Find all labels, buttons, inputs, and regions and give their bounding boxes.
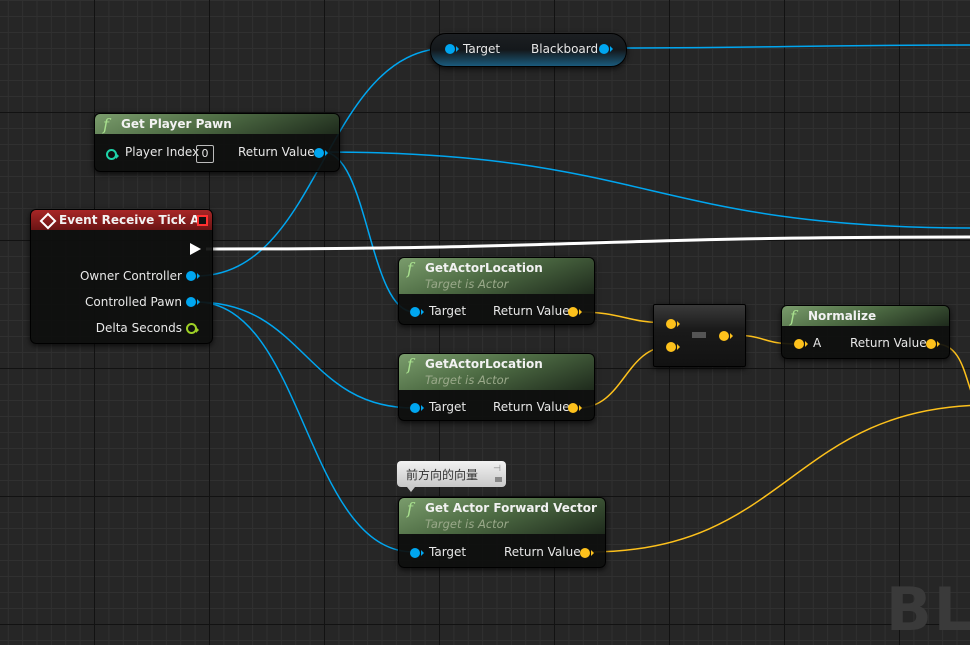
target-pin[interactable] <box>410 403 424 413</box>
node-title: Event Receive Tick AI <box>59 213 204 227</box>
target-pin[interactable] <box>410 307 424 317</box>
node-title: GetActorLocation <box>425 261 543 275</box>
node-header: f Get Actor Forward Vector Target is Actor <box>399 498 605 534</box>
node-subtitle: Target is Actor <box>425 517 509 531</box>
blackboard-label: Blackboard <box>531 42 599 56</box>
target-label: Target <box>429 545 467 559</box>
node-title: GetActorLocation <box>425 357 543 371</box>
pawn-location-wire[interactable] <box>195 301 415 409</box>
return-value-pin[interactable] <box>568 403 582 413</box>
return-value-label: Return Value <box>493 400 570 414</box>
owner-controller-pin[interactable] <box>186 271 200 281</box>
node-header: f Get Player Pawn <box>95 114 339 134</box>
vector-subtract-node[interactable]: - <box>653 304 746 367</box>
node-subtitle: Target is Actor <box>425 373 509 387</box>
expand-icon[interactable] <box>495 477 502 482</box>
input-a-pin[interactable] <box>666 319 680 329</box>
player-index-pin[interactable] <box>106 149 119 160</box>
comment-text: 前方向的向量 <box>406 468 479 482</box>
return-value-label: Return Value <box>504 545 581 559</box>
function-icon: f <box>103 115 109 134</box>
delegate-pin[interactable] <box>197 215 208 226</box>
pin-icon[interactable]: ⊣ <box>493 464 501 474</box>
subtract-operator: - <box>692 332 706 338</box>
event-receive-tick-ai-node[interactable]: Event Receive Tick AI Owner Controller C… <box>30 209 213 344</box>
function-icon: f <box>407 259 413 278</box>
a-pin[interactable] <box>794 339 808 349</box>
pawn-forward-wire[interactable] <box>195 301 415 553</box>
blackboard-output-pin[interactable] <box>599 44 613 54</box>
function-icon: f <box>407 355 413 374</box>
return-value-pin[interactable] <box>568 307 582 317</box>
node-title: Get Actor Forward Vector <box>425 501 597 515</box>
get-actor-location-node-2[interactable]: f GetActorLocation Target is Actor Target … <box>398 353 595 421</box>
get-actor-forward-vector-node[interactable]: f Get Actor Forward Vector Target is Actor… <box>398 497 606 568</box>
input-b-pin[interactable] <box>666 342 680 352</box>
node-header: f GetActorLocation Target is Actor <box>399 354 594 390</box>
return-value-pin[interactable] <box>926 339 940 349</box>
exec-wire[interactable] <box>205 235 970 251</box>
node-subtitle: Target is Actor <box>425 277 509 291</box>
node-header: Event Receive Tick AI <box>31 210 212 230</box>
exec-output-pin[interactable] <box>190 243 201 255</box>
controlled-pawn-pin[interactable] <box>186 297 200 307</box>
watermark: BL <box>886 575 970 645</box>
target-label: Target <box>429 400 467 414</box>
normalize-node[interactable]: f Normalize A Return Value <box>781 305 950 359</box>
owner-controller-label: Owner Controller <box>79 269 182 283</box>
node-title: Get Player Pawn <box>121 117 232 131</box>
node-header: f GetActorLocation Target is Actor <box>399 258 594 294</box>
return-value-pin[interactable] <box>314 148 328 158</box>
target-pin[interactable] <box>410 548 424 558</box>
target-label: Target <box>463 42 501 56</box>
player-index-label: Player Index <box>125 145 200 159</box>
return-value-label: Return Value <box>850 336 927 350</box>
target-label: Target <box>429 304 467 318</box>
get-player-pawn-node[interactable]: f Get Player Pawn Player Index 0 Return V… <box>94 113 340 172</box>
comment-bubble[interactable]: 前方向的向量 ⊣ <box>397 461 506 492</box>
controlled-pawn-label: Controlled Pawn <box>85 295 182 309</box>
delta-seconds-pin[interactable] <box>186 323 199 334</box>
player-index-input[interactable]: 0 <box>196 145 214 163</box>
return-value-label: Return Value <box>493 304 570 318</box>
node-header: f Normalize <box>782 306 949 326</box>
get-actor-location-node[interactable]: f GetActorLocation Target is Actor Target … <box>398 257 595 325</box>
function-icon: f <box>407 499 413 518</box>
output-pin[interactable] <box>719 331 733 341</box>
blackboard-wire[interactable] <box>603 44 970 49</box>
return-value-pin[interactable] <box>580 548 594 558</box>
function-icon: f <box>790 307 796 326</box>
bubble-tail <box>407 487 415 492</box>
return-value-label: Return Value <box>238 145 315 159</box>
delta-seconds-label: Delta Seconds <box>95 321 182 335</box>
forward-out-wire[interactable] <box>589 404 970 553</box>
node-title: Normalize <box>808 309 877 323</box>
a-label: A <box>813 336 822 350</box>
get-blackboard-node[interactable]: Target Blackboard <box>430 33 627 67</box>
event-diamond-icon <box>39 212 57 230</box>
player-pawn-wire[interactable] <box>322 151 970 229</box>
target-pin[interactable] <box>445 44 459 54</box>
